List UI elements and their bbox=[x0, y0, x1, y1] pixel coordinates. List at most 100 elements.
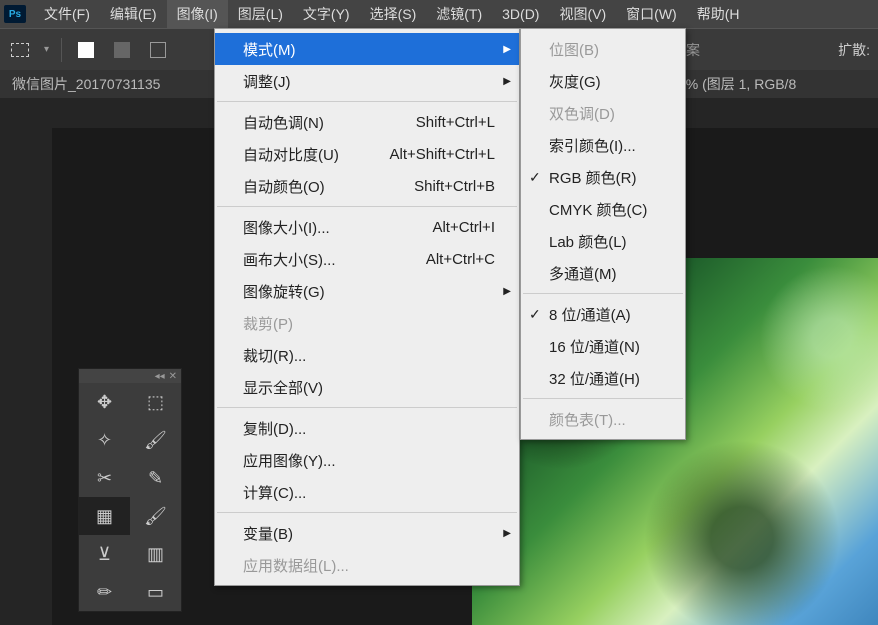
menu-item-shortcut: Shift+Ctrl+L bbox=[386, 114, 495, 131]
menu-item-label: 调整(J) bbox=[243, 71, 291, 92]
menu-type[interactable]: 文字(Y) bbox=[293, 0, 360, 28]
menu-item-label: 计算(C)... bbox=[243, 482, 306, 503]
menu-item-label: 灰度(G) bbox=[549, 71, 601, 92]
menu-item-label: 自动颜色(O) bbox=[243, 176, 325, 197]
menu-item-rgb颜色r[interactable]: ✓ RGB 颜色(R) bbox=[521, 161, 685, 193]
menu-item-shortcut: Alt+Ctrl+I bbox=[402, 219, 495, 236]
menu-filter[interactable]: 滤镜(T) bbox=[426, 0, 492, 28]
menu-view[interactable]: 视图(V) bbox=[549, 0, 616, 28]
scatter-label: 扩散: bbox=[838, 40, 870, 60]
menu-item-label: 应用数据组(L)... bbox=[243, 555, 349, 576]
menu-item-label: 16 位/通道(N) bbox=[549, 336, 640, 357]
menu-item-画布大小s[interactable]: 画布大小(S)...Alt+Ctrl+C bbox=[215, 243, 519, 275]
tool-5[interactable]: ✎ bbox=[130, 459, 181, 497]
menu-item-显示全部v[interactable]: 显示全部(V) bbox=[215, 371, 519, 403]
menu-item-裁切r[interactable]: 裁切(R)... bbox=[215, 339, 519, 371]
menu-item-多通道m[interactable]: 多通道(M) bbox=[521, 257, 685, 289]
menu-item-复制d[interactable]: 复制(D)... bbox=[215, 412, 519, 444]
menu-item-裁剪p: 裁剪(P) bbox=[215, 307, 519, 339]
menu-separator bbox=[523, 398, 683, 399]
menu-item-label: 颜色表(T)... bbox=[549, 409, 626, 430]
tool-0[interactable]: ✥ bbox=[79, 383, 130, 421]
image-menu-dropdown: 模式(M) ▶ 调整(J) ▶ 自动色调(N) Shift+Ctrl+L 自动对比度(U)A… bbox=[214, 28, 520, 586]
menu-item-索引颜色i[interactable]: 索引颜色(I)... bbox=[521, 129, 685, 161]
menu-item-颜色表t: 颜色表(T)... bbox=[521, 403, 685, 435]
tool-11[interactable]: ▭ bbox=[130, 573, 181, 611]
tool-4[interactable]: ✂ bbox=[79, 459, 130, 497]
menu-3d[interactable]: 3D(D) bbox=[492, 2, 549, 26]
menu-help[interactable]: 帮助(H bbox=[687, 0, 750, 28]
menu-select[interactable]: 选择(S) bbox=[360, 0, 427, 28]
menu-file[interactable]: 文件(F) bbox=[34, 0, 100, 28]
tool-preset-icon[interactable] bbox=[8, 38, 32, 62]
tool-10[interactable]: ✏ bbox=[79, 573, 130, 611]
tool-6[interactable]: ▦ bbox=[79, 497, 130, 535]
menu-item-16位/通道n[interactable]: 16 位/通道(N) bbox=[521, 330, 685, 362]
tool-1[interactable]: ⬚ bbox=[130, 383, 181, 421]
menu-item-label: Lab 颜色(L) bbox=[549, 231, 627, 252]
foreground-square-icon[interactable] bbox=[74, 38, 98, 62]
menu-bar: Ps 文件(F) 编辑(E) 图像(I) 图层(L) 文字(Y) 选择(S) 滤… bbox=[0, 0, 878, 28]
menu-separator bbox=[217, 101, 517, 102]
close-icon[interactable]: ✕ bbox=[169, 371, 177, 382]
toolbox-header[interactable]: ◂◂ ✕ bbox=[79, 369, 181, 383]
menu-item-label: 索引颜色(I)... bbox=[549, 135, 636, 156]
check-icon: ✓ bbox=[529, 306, 541, 323]
menu-item-图像大小i[interactable]: 图像大小(I)... Alt+Ctrl+I bbox=[215, 211, 519, 243]
menu-item-label: 32 位/通道(H) bbox=[549, 368, 640, 389]
document-tab-prefix[interactable]: 微信图片_20170731135 bbox=[12, 74, 160, 94]
submenu-arrow-icon: ▶ bbox=[503, 44, 511, 55]
menu-item-自动对比度u[interactable]: 自动对比度(U)Alt+Shift+Ctrl+L bbox=[215, 138, 519, 170]
submenu-arrow-icon: ▶ bbox=[503, 286, 511, 297]
menu-item-label: 图像大小(I)... bbox=[243, 217, 330, 238]
swatch-icon[interactable] bbox=[146, 38, 170, 62]
dropdown-arrow-icon[interactable]: ▾ bbox=[44, 44, 49, 55]
menu-item-自动色调n[interactable]: 自动色调(N) Shift+Ctrl+L bbox=[215, 106, 519, 138]
menu-item-label: RGB 颜色(R) bbox=[549, 167, 637, 188]
menu-item-应用图像y[interactable]: 应用图像(Y)... bbox=[215, 444, 519, 476]
menu-item-8位/通道a[interactable]: ✓ 8 位/通道(A) bbox=[521, 298, 685, 330]
menu-item-模式m[interactable]: 模式(M) ▶ bbox=[215, 33, 519, 65]
menu-item-变量b[interactable]: 变量(B)▶ bbox=[215, 517, 519, 549]
menu-item-label: 应用图像(Y)... bbox=[243, 450, 336, 471]
submenu-arrow-icon: ▶ bbox=[503, 76, 511, 87]
menu-separator bbox=[217, 206, 517, 207]
menu-layer[interactable]: 图层(L) bbox=[228, 0, 293, 28]
menu-item-双色调d: 双色调(D) bbox=[521, 97, 685, 129]
menu-item-label: 裁剪(P) bbox=[243, 313, 293, 334]
menu-item-位图b: 位图(B) bbox=[521, 33, 685, 65]
menu-item-lab颜色l[interactable]: Lab 颜色(L) bbox=[521, 225, 685, 257]
menu-item-计算c[interactable]: 计算(C)... bbox=[215, 476, 519, 508]
menu-image[interactable]: 图像(I) bbox=[167, 0, 228, 28]
collapse-icon[interactable]: ◂◂ bbox=[155, 371, 165, 382]
menu-item-灰度g[interactable]: 灰度(G) bbox=[521, 65, 685, 97]
menu-item-32位/通道h[interactable]: 32 位/通道(H) bbox=[521, 362, 685, 394]
menu-item-label: 自动色调(N) bbox=[243, 112, 324, 133]
menu-item-label: 图像旋转(G) bbox=[243, 281, 325, 302]
menu-item-调整j[interactable]: 调整(J) ▶ bbox=[215, 65, 519, 97]
menu-item-shortcut: Alt+Shift+Ctrl+L bbox=[360, 146, 495, 163]
menu-separator bbox=[217, 512, 517, 513]
menu-item-label: CMYK 颜色(C) bbox=[549, 199, 647, 220]
mode-submenu-dropdown: 位图(B) 灰度(G) 双色调(D) 索引颜色(I)... ✓ RGB 颜色(R) CMYK… bbox=[520, 28, 686, 440]
pattern-thumb-icon[interactable] bbox=[110, 38, 134, 62]
menu-item-cmyk颜色c[interactable]: CMYK 颜色(C) bbox=[521, 193, 685, 225]
tool-3[interactable]: 🖌 bbox=[130, 421, 181, 459]
menu-item-label: 双色调(D) bbox=[549, 103, 615, 124]
tool-9[interactable]: ▥ bbox=[130, 535, 181, 573]
menu-item-label: 多通道(M) bbox=[549, 263, 617, 284]
menu-item-label: 模式(M) bbox=[243, 39, 296, 60]
menu-separator bbox=[523, 293, 683, 294]
menu-item-自动颜色o[interactable]: 自动颜色(O)Shift+Ctrl+B bbox=[215, 170, 519, 202]
menu-item-label: 8 位/通道(A) bbox=[549, 304, 631, 325]
menu-item-shortcut: Alt+Ctrl+C bbox=[396, 251, 495, 268]
tool-2[interactable]: ✧ bbox=[79, 421, 130, 459]
menu-window[interactable]: 窗口(W) bbox=[616, 0, 687, 28]
menu-edit[interactable]: 编辑(E) bbox=[100, 0, 167, 28]
check-icon: ✓ bbox=[529, 169, 541, 186]
menu-separator bbox=[217, 407, 517, 408]
tool-7[interactable]: 🖌 bbox=[130, 497, 181, 535]
menu-item-label: 变量(B) bbox=[243, 523, 293, 544]
tool-8[interactable]: ⊻ bbox=[79, 535, 130, 573]
menu-item-图像旋转g[interactable]: 图像旋转(G) ▶ bbox=[215, 275, 519, 307]
